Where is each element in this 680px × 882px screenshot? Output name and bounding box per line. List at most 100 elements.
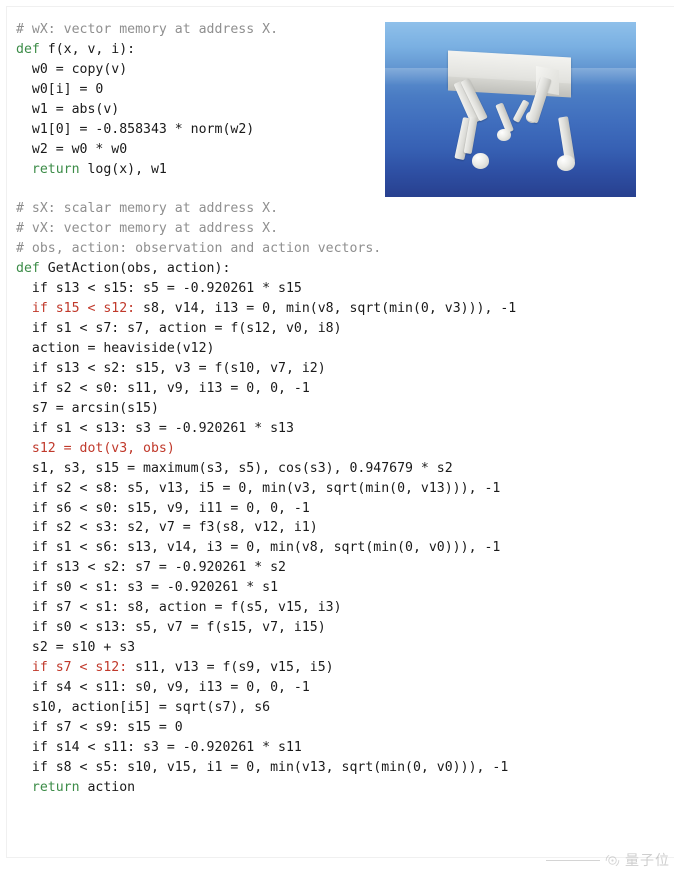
code-line: if s2 < s3: s2, v7 = f3(s8, v12, i1): [16, 518, 662, 538]
code-line: return action: [16, 778, 662, 798]
code-token-plain: s8, v14, i13 = 0, min(v8, sqrt(min(0, v3…: [135, 301, 517, 317]
code-token-comment: # vX: vector memory at address X.: [16, 221, 279, 237]
code-token-plain: w1 = abs(v): [31, 101, 120, 117]
code-line: s12 = dot(v3, obs): [16, 439, 662, 459]
code-token-plain: if s8 < s5: s10, v15, i1 = 0, min(v13, s…: [31, 759, 509, 775]
code-line: if s13 < s2: s15, v3 = f(s10, v7, i2): [16, 359, 662, 379]
code-token-plain: if s6 < s0: s15, v9, i11 = 0, 0, -1: [31, 500, 310, 516]
watermark-rule: [546, 859, 600, 861]
robot-render-panel: [382, 19, 639, 200]
code-token-plain: if s7 < s9: s15 = 0: [31, 719, 183, 735]
code-token-plain: w0 = copy(v): [31, 61, 128, 77]
code-line: if s8 < s5: s10, v15, i1 = 0, min(v13, s…: [16, 758, 662, 778]
code-line: # vX: vector memory at address X.: [16, 219, 662, 239]
code-line: if s13 < s15: s5 = -0.920261 * s15: [16, 279, 662, 299]
code-token-keyword: def: [16, 261, 40, 277]
code-token-plain: if s0 < s13: s5, v7 = f(s15, v7, i15): [31, 620, 326, 636]
code-line: if s2 < s8: s5, v13, i5 = 0, min(v3, sqr…: [16, 479, 662, 499]
code-line: if s7 < s1: s8, action = f(s5, v15, i3): [16, 598, 662, 618]
code-token-plain: s2 = s10 + s3: [31, 640, 136, 656]
watermark: 量子位: [546, 850, 670, 870]
code-token-plain: s11, v13 = f(s9, v15, i5): [127, 660, 334, 675]
code-token-plain: if s4 < s11: s0, v9, i13 = 0, 0, -1: [31, 679, 310, 695]
code-token-plain: if s2 < s3: s2, v7 = f3(s8, v12, i1): [31, 520, 318, 536]
code-line: if s7 < s12: s11, v13 = f(s9, v15, i5): [16, 658, 662, 678]
code-line: if s1 < s13: s3 = -0.920261 * s13: [16, 419, 662, 439]
code-token-keyword: def: [16, 41, 40, 57]
code-line: s2 = s10 + s3: [16, 638, 662, 658]
code-line: if s14 < s11: s3 = -0.920261 * s11: [16, 738, 662, 758]
code-token-plain: w1[0] = -0.858343 * norm(w2): [31, 121, 255, 137]
code-line: if s4 < s11: s0, v9, i13 = 0, 0, -1: [16, 678, 662, 698]
quadruped-robot: [385, 22, 636, 197]
code-token-plain: w0[i] = 0: [31, 81, 104, 97]
code-token-plain: s7 = arcsin(s15): [31, 400, 159, 416]
code-token-plain: if s1 < s7: s7, action = f(s12, v0, i8): [31, 321, 342, 337]
code-token-plain: if s14 < s11: s3 = -0.920261 * s11: [31, 739, 302, 755]
code-line: s7 = arcsin(s15): [16, 399, 662, 419]
robot-foot-rear-right: [556, 155, 576, 172]
code-line: s1, s3, s15 = maximum(s3, s5), cos(s3), …: [16, 459, 662, 479]
code-token-plain: if s1 < s13: s3 = -0.920261 * s13: [31, 420, 294, 436]
code-line: if s15 < s12: s8, v14, i13 = 0, min(v8, …: [16, 299, 662, 319]
robot-scene: [385, 22, 636, 197]
code-token-comment: # obs, action: observation and action ve…: [16, 241, 382, 257]
code-line: if s6 < s0: s15, v9, i11 = 0, 0, -1: [16, 499, 662, 519]
code-token-plain: if s13 < s2: s15, v3 = f(s10, v7, i2): [31, 360, 326, 376]
code-token-comment: # sX: scalar memory at address X.: [16, 201, 279, 217]
code-line: action = heaviside(v12): [16, 339, 662, 359]
figure-page: # wX: vector memory at address X. def f(x…: [0, 0, 680, 882]
code-token-plain: GetAction(obs, action):: [39, 261, 231, 277]
code-token-plain: if s2 < s8: s5, v13, i5 = 0, min(v3, sqr…: [31, 480, 501, 496]
code-token-plain: action: [79, 779, 136, 795]
code-line: if s0 < s1: s3 = -0.920261 * s1: [16, 578, 662, 598]
code-token-plain: f(x, v, i):: [39, 41, 136, 57]
code-token-red: if s7 < s12:: [31, 660, 128, 675]
code-token-red: s12 = dot(v3, obs): [31, 440, 175, 456]
code-token-plain: s1, s3, s15 = maximum(s3, s5), cos(s3), …: [31, 460, 453, 476]
code-token-plain: if s2 < s0: s11, v9, i13 = 0, 0, -1: [31, 380, 310, 396]
code-line: # obs, action: observation and action ve…: [16, 239, 662, 259]
code-line: if s1 < s6: s13, v14, i3 = 0, min(v8, sq…: [16, 538, 662, 558]
code-token-plain: action = heaviside(v12): [31, 341, 215, 356]
code-token-plain: w2 = w0 * w0: [31, 141, 128, 157]
code-line: if s1 < s7: s7, action = f(s12, v0, i8): [16, 319, 662, 339]
code-token-plain: if s7 < s1: s8, action = f(s5, v15, i3): [31, 600, 342, 616]
code-line: if s0 < s13: s5, v7 = f(s15, v7, i15): [16, 618, 662, 638]
code-token-plain: if s0 < s1: s3 = -0.920261 * s1: [31, 580, 279, 596]
code-line: s10, action[i5] = sqrt(s7), s6: [16, 698, 662, 718]
watermark-logo-icon: [604, 852, 621, 869]
robot-foot-middle: [496, 128, 511, 142]
code-line: if s13 < s2: s7 = -0.920261 * s2: [16, 558, 662, 578]
watermark-text: 量子位: [625, 853, 670, 869]
code-token-plain: log(x), w1: [79, 161, 167, 177]
code-token-keyword: return: [31, 161, 80, 177]
